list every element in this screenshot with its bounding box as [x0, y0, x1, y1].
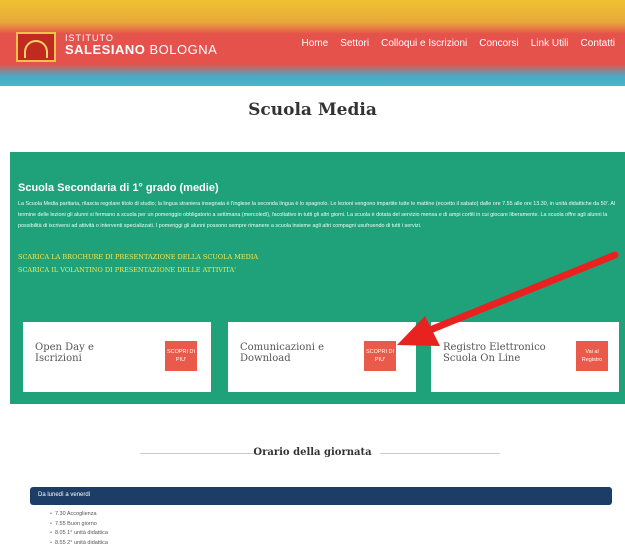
card-open-day-label: Open Day e Iscrizioni: [35, 342, 94, 364]
card-open-day: Open Day e Iscrizioni SCOPRI DI PIU': [23, 322, 211, 392]
schedule-item: 8.05 1° unità didattica: [50, 529, 108, 539]
logo-icon[interactable]: [16, 32, 56, 62]
schedule-accordion-label: Da lunedì a venerdì: [38, 492, 91, 498]
volantino-download-link[interactable]: SCARICA IL VOLANTINO DI PRESENTAZIONE DE…: [18, 266, 236, 274]
nav-link-utili[interactable]: Link Utili: [531, 38, 569, 49]
open-day-scopri-button[interactable]: SCOPRI DI PIU': [165, 341, 197, 371]
logo-text-salesiano: SALESIANO: [65, 42, 146, 57]
site-header: ISTITUTO SALESIANO BOLOGNA Home Settori …: [0, 0, 625, 86]
card-registro: Registro Elettronico Scuola On Line Vai …: [431, 322, 619, 392]
logo-text-bologna: BOLOGNA: [145, 42, 218, 57]
card-comunicazioni: Comunicazioni e Download SCOPRI DI PIU': [228, 322, 416, 392]
registro-vai-button[interactable]: Vai al Registro: [576, 341, 608, 371]
page-title: Scuola Media: [248, 100, 377, 120]
nav-colloqui-iscrizioni[interactable]: Colloqui e Iscrizioni: [381, 38, 467, 49]
schedule-item: 7.55 Buon giorno: [50, 520, 108, 530]
divider-right: [380, 453, 500, 454]
nav-concorsi[interactable]: Concorsi: [479, 38, 518, 49]
logo-arch-shape: [24, 40, 48, 58]
card-comunicazioni-label: Comunicazioni e Download: [240, 342, 325, 364]
nav-settori[interactable]: Settori: [340, 38, 369, 49]
comunicazioni-scopri-button[interactable]: SCOPRI DI PIU': [364, 341, 396, 371]
main-nav: Home Settori Colloqui e Iscrizioni Conco…: [302, 38, 615, 49]
brochure-download-link[interactable]: SCARICA LA BROCHURE DI PRESENTAZIONE DEL…: [18, 253, 258, 261]
section-heading: Scuola Secondaria di 1° grado (medie): [18, 182, 219, 194]
schedule-item: 8.55 2° unità didattica: [50, 539, 108, 549]
scuola-media-section: Scuola Secondaria di 1° grado (medie) La…: [10, 152, 625, 404]
nav-home[interactable]: Home: [302, 38, 329, 49]
schedule-accordion-header[interactable]: Da lunedì a venerdì: [30, 487, 612, 505]
schedule-item: 7.30 Accoglienza: [50, 510, 108, 520]
orario-title: Orario della giornata: [253, 447, 372, 458]
nav-contatti[interactable]: Contatti: [581, 38, 615, 49]
card-registro-label: Registro Elettronico Scuola On Line: [443, 342, 546, 364]
schedule-list: 7.30 Accoglienza 7.55 Buon giorno 8.05 1…: [50, 510, 108, 548]
logo-text-line2[interactable]: SALESIANO BOLOGNA: [65, 42, 217, 57]
section-description: La Scuola Media paritaria, rilascia rego…: [18, 201, 616, 229]
